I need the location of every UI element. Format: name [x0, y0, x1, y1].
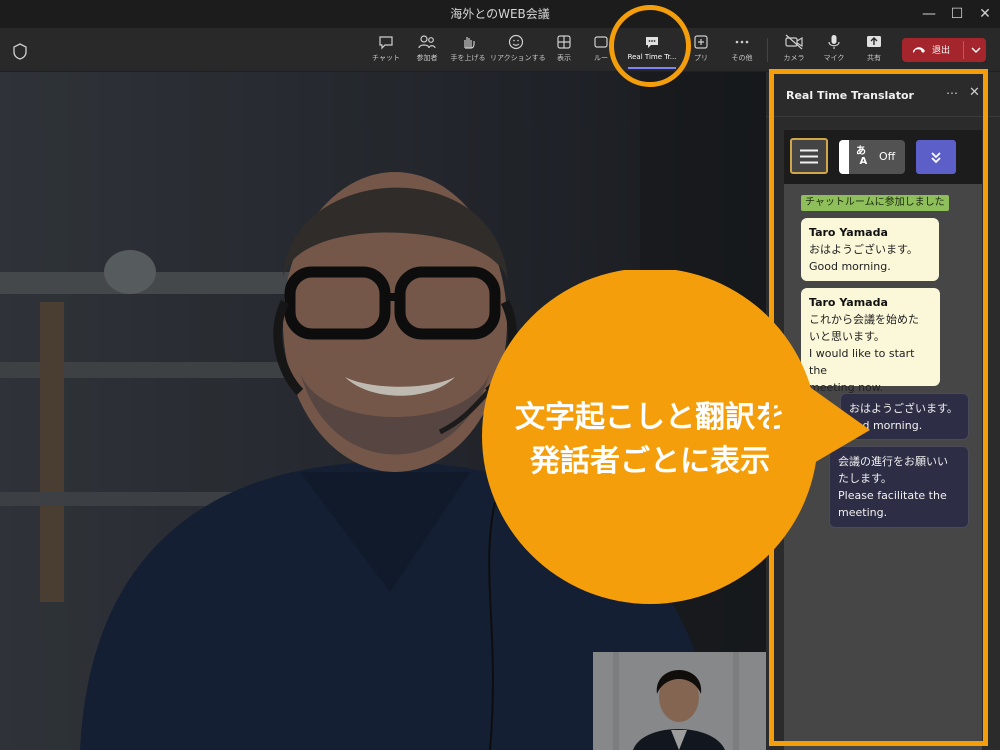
leave-label: 退出	[932, 46, 951, 56]
mic-button[interactable]: マイク	[812, 28, 856, 72]
view-button[interactable]: 表示	[542, 28, 586, 72]
view-label: 表示	[557, 54, 571, 62]
close-window-icon[interactable]: ✕	[970, 0, 1000, 28]
minimize-icon[interactable]: —	[914, 0, 944, 28]
chat-icon	[364, 28, 408, 50]
camera-label: カメラ	[783, 54, 805, 62]
meeting-toolbar: チャット 参加者 手を上げる リアクションする 表示 ルー Real Time …	[0, 28, 1000, 72]
window-title-bar: 海外とのWEB会議	[0, 0, 1000, 28]
more-label: その他	[731, 54, 753, 62]
chat-button[interactable]: チャット	[364, 28, 408, 72]
share-label: 共有	[867, 54, 881, 62]
chat-label: チャット	[372, 54, 400, 62]
rtt-highlight-ring	[609, 5, 691, 87]
maximize-icon[interactable]: ☐	[942, 0, 972, 28]
more-dots-icon	[720, 28, 764, 50]
people-label: 参加者	[416, 54, 438, 62]
apps-label: プリ	[694, 54, 708, 62]
callout-line-2: 発話者ごとに表示	[530, 444, 770, 479]
shield-icon[interactable]	[0, 28, 40, 72]
panel-highlight-frame	[769, 69, 988, 746]
people-icon	[405, 28, 449, 50]
hangup-icon	[912, 45, 926, 58]
leave-divider	[963, 41, 964, 59]
raise-hand-button[interactable]: 手を上げる	[446, 28, 490, 72]
camera-off-icon	[772, 28, 816, 50]
camera-button[interactable]: カメラ	[772, 28, 816, 72]
more-button[interactable]: その他	[720, 28, 764, 72]
window-title: 海外とのWEB会議	[450, 7, 550, 21]
reactions-button[interactable]: リアクションする	[490, 28, 546, 72]
grid-icon	[542, 28, 586, 50]
mic-label: マイク	[823, 54, 845, 62]
reactions-label: リアクションする	[490, 54, 546, 62]
toolbar-divider	[767, 38, 768, 62]
smile-icon	[490, 28, 542, 50]
microphone-icon	[812, 28, 856, 50]
self-view-video	[593, 652, 766, 750]
share-screen-icon	[852, 28, 896, 50]
leave-button[interactable]: 退出	[902, 38, 986, 62]
callout-line-1: 文字起こしと翻訳を	[515, 400, 785, 435]
chevron-down-icon[interactable]	[967, 41, 985, 59]
hand-icon	[446, 28, 490, 50]
raise-hand-label: 手を上げる	[450, 54, 486, 62]
share-button[interactable]: 共有	[852, 28, 896, 72]
people-button[interactable]: 参加者	[405, 28, 449, 72]
